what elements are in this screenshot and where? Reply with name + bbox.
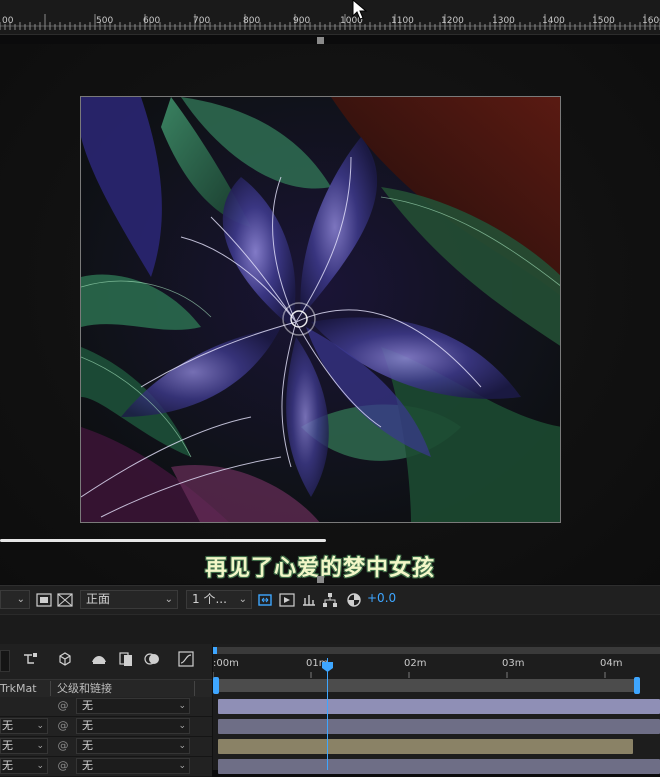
chevron-down-icon: ⌄ [178, 761, 186, 771]
layer-row[interactable]: 无 ⌄ @ 无 ⌄ [0, 737, 212, 757]
ruler-label: 1100 [391, 16, 414, 26]
ruler-label: 1400 [542, 16, 565, 26]
layer-track-bar[interactable] [218, 759, 660, 774]
time-ruler[interactable]: :00m 01m 02m 03m 04m [213, 654, 660, 678]
navigator-bar[interactable] [213, 647, 660, 654]
parent-dropdown[interactable]: 无 ⌄ [76, 698, 190, 714]
work-area-end[interactable] [634, 677, 640, 694]
ruler-label: 900 [293, 16, 311, 26]
timeline-panel: TrkMat 父级和链接 @ 无 ⌄ 无 ⌄ @ 无 ⌄ 无 ⌄ @ 无 ⌄ 无 ⌄ @ 无… [0, 644, 660, 777]
ruler-label: 1600 [642, 16, 660, 26]
flowchart-icon[interactable] [322, 592, 338, 608]
layer-controls-pane: TrkMat 父级和链接 @ 无 ⌄ 无 ⌄ @ 无 ⌄ 无 ⌄ @ 无 ⌄ 无 ⌄ @ 无… [0, 644, 213, 777]
ruler-label: 1300 [492, 16, 515, 26]
ruler-label: 700 [193, 16, 211, 26]
mouse-cursor-icon [352, 0, 368, 20]
ruler-label: 00 [2, 16, 14, 26]
layer-column-header: TrkMat 父级和链接 [0, 679, 212, 698]
view-dropdown[interactable]: 正面 ⌄ [80, 590, 178, 609]
fractal-artwork [81, 97, 560, 522]
ruler-label: 500 [96, 16, 114, 26]
view-layout-dropdown[interactable]: 1 个... ⌄ [186, 590, 252, 609]
navigator-start-handle[interactable] [213, 647, 217, 654]
layer-row[interactable]: @ 无 ⌄ [0, 697, 212, 717]
chevron-down-icon: ⌄ [36, 741, 44, 751]
chevron-down-icon: ⌄ [178, 741, 186, 751]
trkmat-dropdown[interactable]: 无 ⌄ [0, 738, 48, 754]
chevron-down-icon: ⌄ [164, 594, 173, 605]
timeline-icon[interactable] [301, 592, 317, 608]
chevron-down-icon: ⌄ [238, 594, 247, 605]
layer-track-bar[interactable] [218, 699, 660, 714]
parent-dropdown[interactable]: 无 ⌄ [76, 758, 190, 774]
timeline-header-strip [0, 614, 660, 645]
transparency-grid-icon[interactable] [57, 592, 73, 608]
chevron-down-icon: ⌄ [178, 721, 186, 731]
parent-column-label: 父级和链接 [57, 682, 112, 695]
time-field[interactable] [0, 650, 10, 672]
layer-row[interactable]: 无 ⌄ @ 无 ⌄ [0, 717, 212, 737]
time-ruler-ticks [213, 672, 606, 678]
pick-whip-icon[interactable]: @ [56, 759, 70, 773]
pick-whip-icon[interactable]: @ [56, 739, 70, 753]
trkmat-dropdown[interactable]: 无 ⌄ [0, 758, 48, 774]
work-area-start[interactable] [213, 677, 219, 694]
chevron-down-icon: ⌄ [36, 761, 44, 771]
viewer-toolbar: ⌄ 正面 ⌄ 1 个... ⌄ +0.0 [0, 585, 660, 614]
layer-track-bar[interactable] [218, 739, 633, 754]
trkmat-dropdown[interactable]: 无 ⌄ [0, 718, 48, 734]
pick-whip-icon[interactable]: @ [56, 719, 70, 733]
parent-dropdown[interactable]: 无 ⌄ [76, 718, 190, 734]
pick-whip-icon[interactable]: @ [56, 699, 70, 713]
ruler-origin-handle[interactable] [317, 37, 324, 44]
chevron-down-icon: ⌄ [178, 701, 186, 711]
timeline-track-area[interactable]: :00m 01m 02m 03m 04m [213, 644, 660, 774]
fractal-flower-image[interactable] [80, 96, 561, 523]
render-progress-bar [0, 539, 326, 542]
comp-flowchart-icon[interactable] [22, 650, 40, 668]
exposure-value[interactable]: +0.0 [367, 591, 396, 605]
draft-3d-icon[interactable] [56, 650, 74, 668]
parent-dropdown[interactable]: 无 ⌄ [76, 738, 190, 754]
layer-row[interactable]: 无 ⌄ @ 无 ⌄ [0, 757, 212, 777]
region-of-interest-icon[interactable] [36, 592, 52, 608]
frame-blending-icon[interactable] [117, 650, 135, 668]
layer-track-bar[interactable] [218, 719, 660, 734]
shy-layers-icon[interactable] [90, 650, 108, 668]
work-area-bar[interactable] [213, 679, 637, 692]
graph-editor-icon[interactable] [177, 650, 195, 668]
ruler-label: 1500 [592, 16, 615, 26]
motion-blur-icon[interactable] [143, 650, 161, 668]
chevron-down-icon: ⌄ [36, 721, 44, 731]
ruler-label: 1200 [441, 16, 464, 26]
toggle-pixel-aspect-icon[interactable] [257, 592, 273, 608]
exposure-reset-icon[interactable] [346, 592, 362, 608]
current-time-indicator[interactable] [327, 658, 328, 770]
chevron-down-icon: ⌄ [16, 594, 25, 605]
ruler-label: 800 [243, 16, 261, 26]
fast-previews-icon[interactable] [279, 592, 295, 608]
trkmat-column-label: TrkMat [0, 682, 37, 695]
ruler-label: 600 [143, 16, 161, 26]
resolution-dropdown[interactable]: ⌄ [0, 590, 30, 609]
anchor-handle[interactable] [317, 576, 324, 583]
horizontal-ruler[interactable]: 00 500 600 700 800 900 1000 1100 1200 13… [0, 0, 660, 35]
